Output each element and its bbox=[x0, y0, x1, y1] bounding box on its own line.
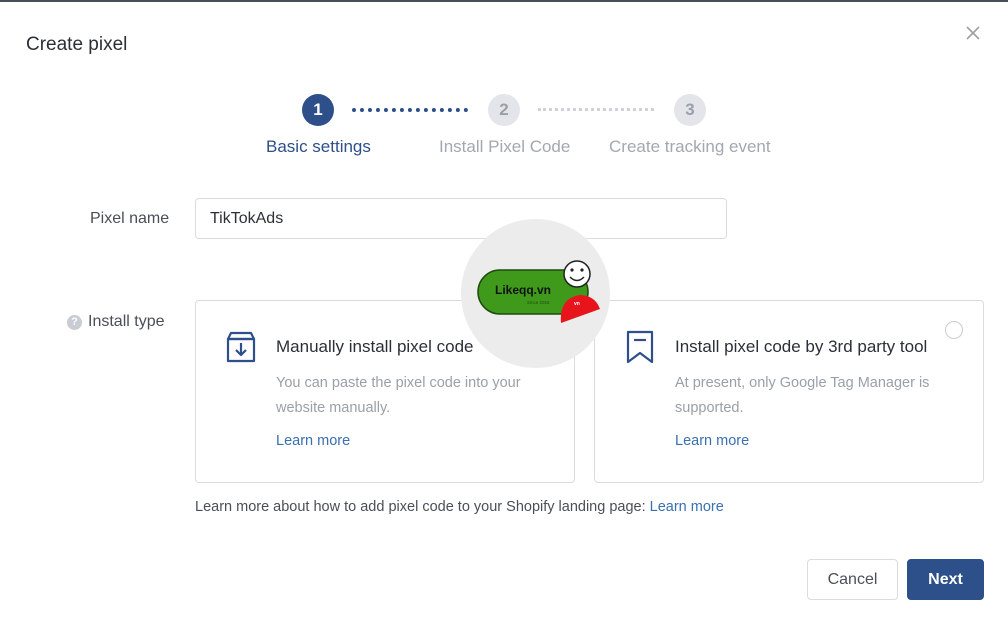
install-option-manual-description: You can paste the pixel code into your w… bbox=[276, 375, 521, 416]
download-box-icon bbox=[224, 329, 258, 365]
install-option-third-party-description: At present, only Google Tag Manager is s… bbox=[675, 375, 930, 416]
install-option-manual-title: Manually install pixel code bbox=[276, 337, 474, 356]
install-type-label-row: ? Install type bbox=[67, 313, 164, 331]
watermark-badge: vn bbox=[574, 301, 580, 307]
step-3-indicator: 3 bbox=[674, 94, 706, 126]
dialog-title: Create pixel bbox=[26, 34, 128, 55]
shopify-footnote-link[interactable]: Learn more bbox=[650, 499, 724, 515]
install-option-manual-learn-more[interactable]: Learn more bbox=[276, 433, 350, 449]
bookmark-icon bbox=[623, 329, 657, 365]
step-2-connector bbox=[538, 108, 654, 112]
install-option-third-party-radio[interactable] bbox=[945, 321, 963, 339]
install-type-label: Install type bbox=[88, 313, 165, 330]
step-1-indicator: 1 bbox=[302, 94, 334, 126]
watermark-logo: Likeqq.vn Since 2015 vn bbox=[461, 219, 610, 368]
shopify-footnote-text: Learn more about how to add pixel code t… bbox=[195, 499, 646, 515]
step-3-label: Create tracking event bbox=[609, 137, 771, 156]
help-icon[interactable]: ? bbox=[67, 315, 82, 330]
cancel-button[interactable]: Cancel bbox=[807, 559, 898, 600]
close-button[interactable] bbox=[962, 22, 984, 44]
install-option-third-party-learn-more[interactable]: Learn more bbox=[675, 433, 749, 449]
window-top-border bbox=[0, 0, 1008, 2]
close-icon bbox=[966, 26, 980, 40]
watermark-brand: Likeqq.vn bbox=[495, 283, 551, 297]
next-button[interactable]: Next bbox=[907, 559, 984, 600]
step-2-label: Install Pixel Code bbox=[439, 137, 571, 156]
watermark-tagline: Since 2015 bbox=[527, 300, 550, 305]
install-option-third-party[interactable]: Install pixel code by 3rd party tool At … bbox=[594, 300, 984, 483]
step-1-label: Basic settings bbox=[266, 137, 371, 156]
pixel-name-label: Pixel name bbox=[90, 210, 170, 227]
step-2-indicator: 2 bbox=[488, 94, 520, 126]
shopify-footnote: Learn more about how to add pixel code t… bbox=[195, 499, 724, 515]
install-option-third-party-title: Install pixel code by 3rd party tool bbox=[675, 337, 928, 356]
step-1-connector bbox=[352, 108, 468, 112]
